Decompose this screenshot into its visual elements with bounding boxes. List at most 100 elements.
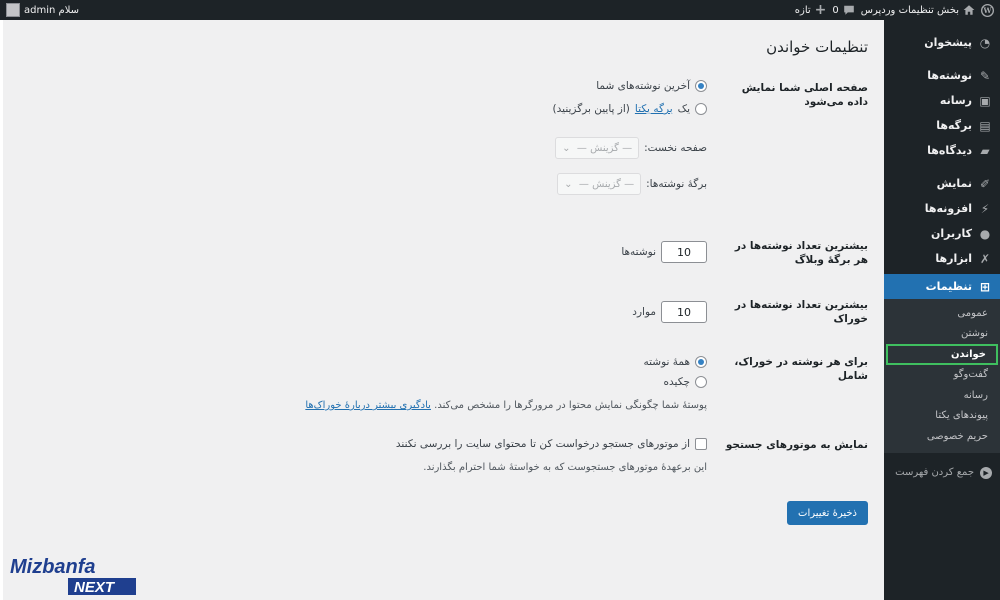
sidebar-item-label: رسانه	[939, 94, 972, 107]
admin-bar: W بخش تنظیمات وردپرس 0 + تازه سلام admin	[0, 0, 1000, 20]
front-page-label: صفحه نخست:	[644, 142, 707, 154]
front-page-select[interactable]: — گزینش — ⌄	[555, 137, 640, 159]
pin-icon: ✎	[979, 68, 991, 83]
avatar	[6, 3, 20, 17]
sidebar-item-label: دیدگاه‌ها	[927, 144, 972, 157]
option-latest-posts[interactable]: آخرین نوشته‌های شما	[596, 80, 707, 92]
posts-per-rss-unit: موارد	[632, 306, 656, 318]
option-latest-label: آخرین نوشته‌های شما	[596, 80, 690, 92]
sidebar-item-appearance[interactable]: ✐ نمایش	[884, 171, 1000, 196]
front-page-row: صفحه نخست: — گزینش — ⌄	[555, 137, 707, 159]
collapse-menu-button[interactable]: ▶ جمع کردن فهرست	[884, 459, 1000, 487]
plugin-icon: ⚡	[980, 201, 990, 216]
feed-description-text: پوستهٔ شما چگونگی نمایش محتوا در مرورگره…	[434, 400, 707, 411]
radio-static-page[interactable]	[695, 103, 707, 115]
posts-page-label: برگهٔ نوشته‌ها:	[646, 178, 707, 190]
posts-per-rss-row: 10 موارد	[632, 301, 707, 323]
logo-line1: Mizbanfa	[10, 556, 96, 578]
option-static-page[interactable]: یک برگه یکتا (از پایین برگزینید)	[553, 103, 707, 115]
site-name-link[interactable]: بخش تنظیمات وردپرس	[861, 4, 975, 16]
submenu-general[interactable]: عمومی	[884, 303, 1000, 324]
sidebar-item-label: برگه‌ها	[936, 119, 972, 132]
admin-bar-right: W بخش تنظیمات وردپرس 0 + تازه	[795, 0, 994, 20]
posts-page-select[interactable]: — گزینش — ⌄	[557, 173, 642, 195]
feeds-learn-more-link[interactable]: یادگیری بیشتر دربارهٔ خوراک‌ها	[305, 400, 431, 411]
svg-text:W: W	[982, 6, 992, 15]
brush-icon: ✐	[979, 176, 991, 191]
sidebar-item-label: نوشته‌ها	[927, 69, 972, 82]
posts-per-page-row: 10 نوشته‌ها	[621, 241, 707, 263]
posts-page-select-value: — گزینش —	[578, 178, 635, 190]
radio-latest-posts[interactable]	[695, 80, 707, 92]
sidebar-item-media[interactable]: ▣ رسانه	[884, 88, 1000, 113]
posts-per-rss-input[interactable]: 10	[661, 301, 707, 323]
new-label: تازه	[794, 4, 811, 16]
feed-content-label: برای هر نوشته در خوراک، شامل	[734, 356, 868, 382]
submenu-writing[interactable]: نوشتن	[884, 324, 1000, 345]
posts-per-page-input[interactable]: 10	[661, 241, 707, 263]
static-page-link[interactable]: برگه یکتا	[635, 103, 673, 115]
feed-description: پوستهٔ شما چگونگی نمایش محتوا در مرورگره…	[305, 400, 707, 411]
discourage-search-checkbox[interactable]	[695, 438, 707, 450]
search-visibility-description: این برعهدهٔ موتورهای جستجوست که به خواست…	[423, 462, 707, 473]
option-static-suffix: (از پایین برگزینید)	[552, 103, 630, 115]
sidebar-item-comments[interactable]: ▰ دیدگاه‌ها	[884, 138, 1000, 163]
wordpress-logo[interactable]: W	[981, 3, 994, 17]
submenu-privacy[interactable]: حریم خصوصی	[884, 426, 1000, 447]
comments-link[interactable]: 0	[832, 4, 854, 16]
sidebar-item-label: تنظیمات	[925, 280, 972, 293]
posts-per-page-unit: نوشته‌ها	[621, 246, 656, 258]
collapse-arrow-icon: ▶	[980, 466, 992, 479]
wordpress-icon: W	[981, 3, 994, 17]
media-icon: ▣	[979, 93, 991, 108]
posts-per-rss-label: بیشترین تعداد نوشته‌ها در خوراک	[734, 299, 868, 325]
chevron-down-icon: ⌄	[562, 142, 571, 154]
comment-bubble-icon	[843, 5, 854, 15]
sidebar-item-pages[interactable]: ▤ برگه‌ها	[884, 113, 1000, 138]
submenu-reading[interactable]: خواندن	[886, 344, 998, 365]
option-excerpt-label: چکیده	[663, 376, 690, 388]
page-title: تنظیمات خواندن	[766, 38, 868, 56]
chevron-down-icon: ⌄	[564, 178, 573, 190]
admin-bar-left[interactable]: سلام admin	[6, 0, 79, 20]
posts-page-row: برگهٔ نوشته‌ها: — گزینش — ⌄	[557, 173, 707, 195]
site-name: بخش تنظیمات وردپرس	[860, 4, 959, 16]
comment-icon: ▰	[980, 143, 990, 158]
discourage-search-option[interactable]: از موتورهای جستجو درخواست کن تا محتوای س…	[396, 438, 707, 450]
collapse-label: جمع کردن فهرست	[895, 467, 974, 478]
comments-count: 0	[832, 4, 839, 16]
option-static-prefix: یک	[677, 103, 690, 115]
main-content: تنظیمات خواندن صفحه اصلی شما نمایش داده …	[0, 20, 884, 600]
dashboard-icon: ◔	[979, 35, 991, 50]
sidebar-item-posts[interactable]: ✎ نوشته‌ها	[884, 63, 1000, 88]
settings-icon: ⊞	[979, 279, 991, 294]
user-icon: ●	[979, 226, 991, 241]
sidebar-item-label: نمایش	[936, 177, 972, 190]
sidebar-item-label: کاربران	[931, 227, 972, 240]
posts-per-page-label: بیشترین تعداد نوشته‌ها در هر برگهٔ وبلاگ	[734, 240, 868, 266]
mizbanfa-logo: Mizbanfa NEXT	[10, 556, 136, 596]
save-changes-button[interactable]: ذخیرهٔ تغییرات	[787, 501, 868, 525]
option-full-text[interactable]: همهٔ نوشته	[643, 356, 707, 368]
sidebar-item-label: پیشخوان	[924, 36, 972, 49]
settings-submenu: عمومی نوشتن خواندن گفت‌وگو رسانه پیوندها…	[884, 299, 1000, 453]
logo-line2: NEXT	[74, 579, 116, 596]
plus-icon: +	[814, 2, 827, 18]
option-full-label: همهٔ نوشته	[643, 356, 690, 368]
sidebar-item-tools[interactable]: ✗ ابزارها	[884, 246, 1000, 271]
sidebar-item-settings[interactable]: ⊞ تنظیمات	[884, 274, 1000, 299]
radio-full-text[interactable]	[695, 356, 707, 368]
sidebar-item-label: افزونه‌ها	[924, 202, 972, 215]
new-content-link[interactable]: + تازه	[795, 3, 827, 17]
option-excerpt[interactable]: چکیده	[664, 376, 707, 388]
admin-sidebar: ◔ پیشخوان ✎ نوشته‌ها ▣ رسانه ▤ برگه‌ها ▰…	[884, 20, 1000, 600]
sidebar-item-plugins[interactable]: ⚡ افزونه‌ها	[884, 196, 1000, 221]
search-visibility-label: نمایش به موتورهای جستجو	[725, 439, 868, 451]
sidebar-item-dashboard[interactable]: ◔ پیشخوان	[884, 30, 1000, 55]
submenu-discussion[interactable]: گفت‌وگو	[884, 365, 1000, 386]
radio-excerpt[interactable]	[695, 376, 707, 388]
submenu-permalinks[interactable]: پیوندهای یکتا	[884, 406, 1000, 427]
submenu-media[interactable]: رسانه	[884, 385, 1000, 406]
user-greeting: سلام admin	[24, 4, 80, 16]
sidebar-item-users[interactable]: ● کاربران	[884, 221, 1000, 246]
